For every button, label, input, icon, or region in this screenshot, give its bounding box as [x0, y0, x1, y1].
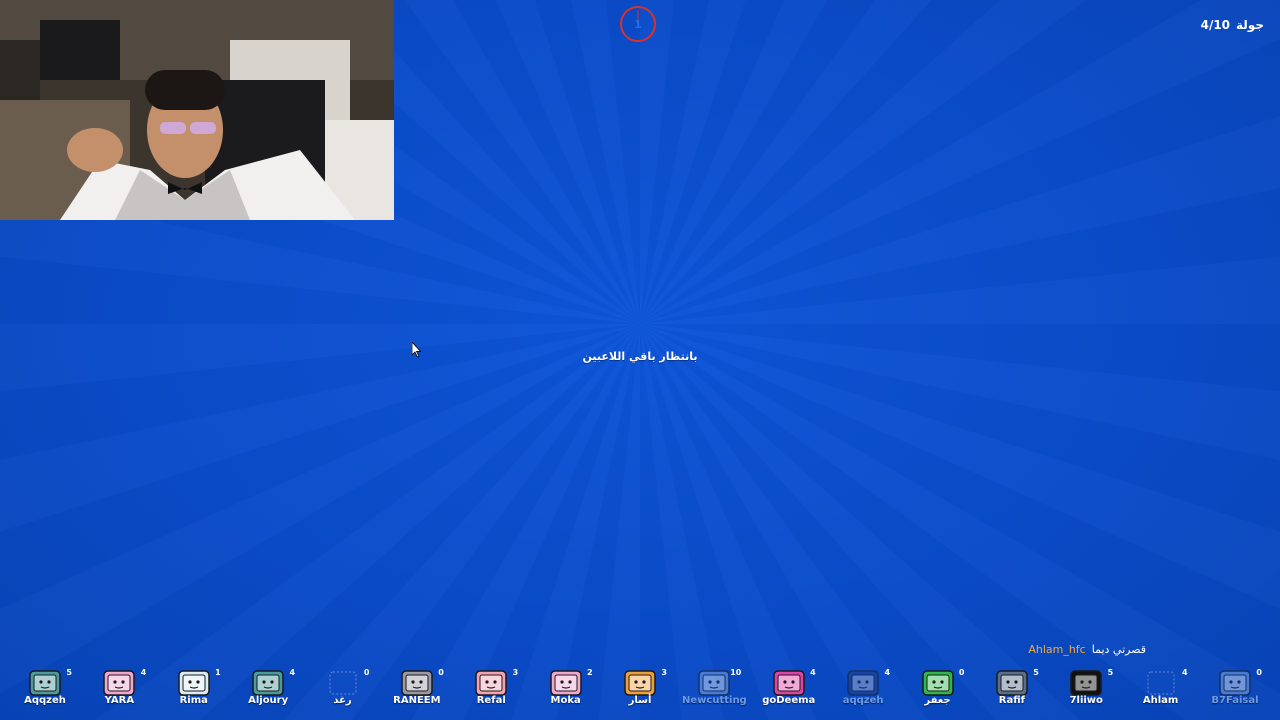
player-score: 5 — [1033, 668, 1039, 677]
player-card[interactable]: 0 B7Faisal — [1198, 664, 1272, 716]
player-name: Ahlam — [1142, 695, 1179, 706]
tv-avatar-mask-icon — [400, 668, 434, 698]
player-score: 4 — [289, 668, 296, 677]
tv-avatar-horn-icon — [995, 668, 1029, 698]
player-score: 5 — [66, 668, 72, 677]
player-name: Rafif — [998, 695, 1025, 706]
tv-avatar-icon — [697, 668, 731, 698]
player-name: أسار — [628, 695, 652, 706]
player-name: جعفر — [924, 695, 951, 706]
player-score: 5 — [1107, 668, 1114, 677]
countdown-timer: 1 — [620, 6, 656, 42]
player-card[interactable]: 3 Refal — [454, 664, 528, 716]
player-score: 0 — [958, 668, 965, 677]
player-list: 5 Aqqzeh 4 YARA 1 Rima 4 Aljoury 0 رغد 0 RANEEM 3 Ref… — [8, 664, 1272, 716]
empty-avatar-icon — [326, 668, 360, 698]
player-score: 4 — [1182, 668, 1188, 677]
player-score: 0 — [438, 668, 444, 677]
player-score: 4 — [140, 668, 147, 677]
player-card[interactable]: 2 Moka — [529, 664, 603, 716]
player-name: RANEEM — [393, 695, 441, 706]
player-card[interactable]: 0 RANEEM — [380, 664, 454, 716]
tv-avatar-icon — [474, 668, 508, 698]
player-card[interactable]: 5 Aqqzeh — [8, 664, 82, 716]
player-card[interactable]: 1 Rima — [157, 664, 231, 716]
player-score: 3 — [661, 668, 667, 677]
player-score: 4 — [884, 668, 891, 677]
tv-avatar-sunglasses-icon — [772, 668, 806, 698]
player-name: goDeema — [762, 695, 816, 706]
player-score: 3 — [512, 668, 519, 677]
player-card[interactable]: 5 7liiwo — [1049, 664, 1123, 716]
player-name: Moka — [550, 695, 581, 706]
player-card[interactable]: 4 YARA — [82, 664, 156, 716]
player-score: 4 — [810, 668, 816, 677]
player-score: 0 — [1256, 668, 1262, 677]
player-name: 7liiwo — [1069, 695, 1103, 706]
player-card[interactable]: 0 جعفر — [901, 664, 975, 716]
player-score: 0 — [363, 668, 370, 677]
tv-avatar-face-icon — [921, 668, 955, 698]
player-score: 2 — [587, 668, 593, 677]
player-name: Rima — [179, 695, 208, 706]
mouse-cursor-icon — [412, 342, 422, 358]
webcam-image — [0, 0, 394, 220]
player-card[interactable]: 10 Newcutting — [677, 664, 751, 716]
player-name: Aljoury — [248, 695, 289, 706]
player-card[interactable]: 0 رغد — [306, 664, 380, 716]
round-label-word: جولة — [1236, 18, 1264, 32]
streamer-webcam — [0, 0, 394, 220]
chat-message-text: قصرتي ديما — [1091, 643, 1146, 656]
tv-avatar-3mk-icon — [846, 668, 880, 698]
tv-avatar-bow-icon — [102, 668, 136, 698]
player-score: 1 — [215, 668, 221, 677]
player-score: 10 — [730, 668, 742, 677]
chat-message: قصرتي ديما Ahlam_hfc — [1028, 643, 1146, 656]
tv-avatar-icon — [177, 668, 211, 698]
timer-value: 1 — [634, 17, 642, 31]
tv-avatar-hair-icon — [623, 668, 657, 698]
waiting-message: بانتظار باقي اللاعبين — [582, 350, 698, 363]
player-card[interactable]: 3 أسار — [603, 664, 677, 716]
tv-avatar-angry-icon — [1069, 668, 1103, 698]
player-card[interactable]: 4 aqqzeh — [826, 664, 900, 716]
player-name: Newcutting — [682, 695, 747, 706]
player-name: YARA — [104, 695, 135, 706]
player-name: B7Faisal — [1211, 695, 1259, 706]
round-counter: جولة 4/10 — [1201, 18, 1264, 32]
player-name: Aqqzeh — [24, 695, 66, 706]
player-card[interactable]: 4 Aljoury — [231, 664, 305, 716]
chat-username: Ahlam_hfc — [1028, 643, 1086, 656]
tv-avatar-icon — [28, 668, 62, 698]
player-card[interactable]: 4 Ahlam — [1124, 664, 1198, 716]
player-card[interactable]: 5 Rafif — [975, 664, 1049, 716]
round-value: 4/10 — [1200, 18, 1231, 32]
player-name: رغد — [333, 695, 352, 706]
tv-avatar-icon — [1218, 668, 1252, 698]
player-card[interactable]: 4 goDeema — [752, 664, 826, 716]
tv-avatar-icon — [251, 668, 285, 698]
player-name: aqqzeh — [842, 695, 884, 706]
player-name: Refal — [476, 695, 506, 706]
empty-avatar-icon — [1144, 668, 1178, 698]
tv-avatar-bow-icon — [549, 668, 583, 698]
